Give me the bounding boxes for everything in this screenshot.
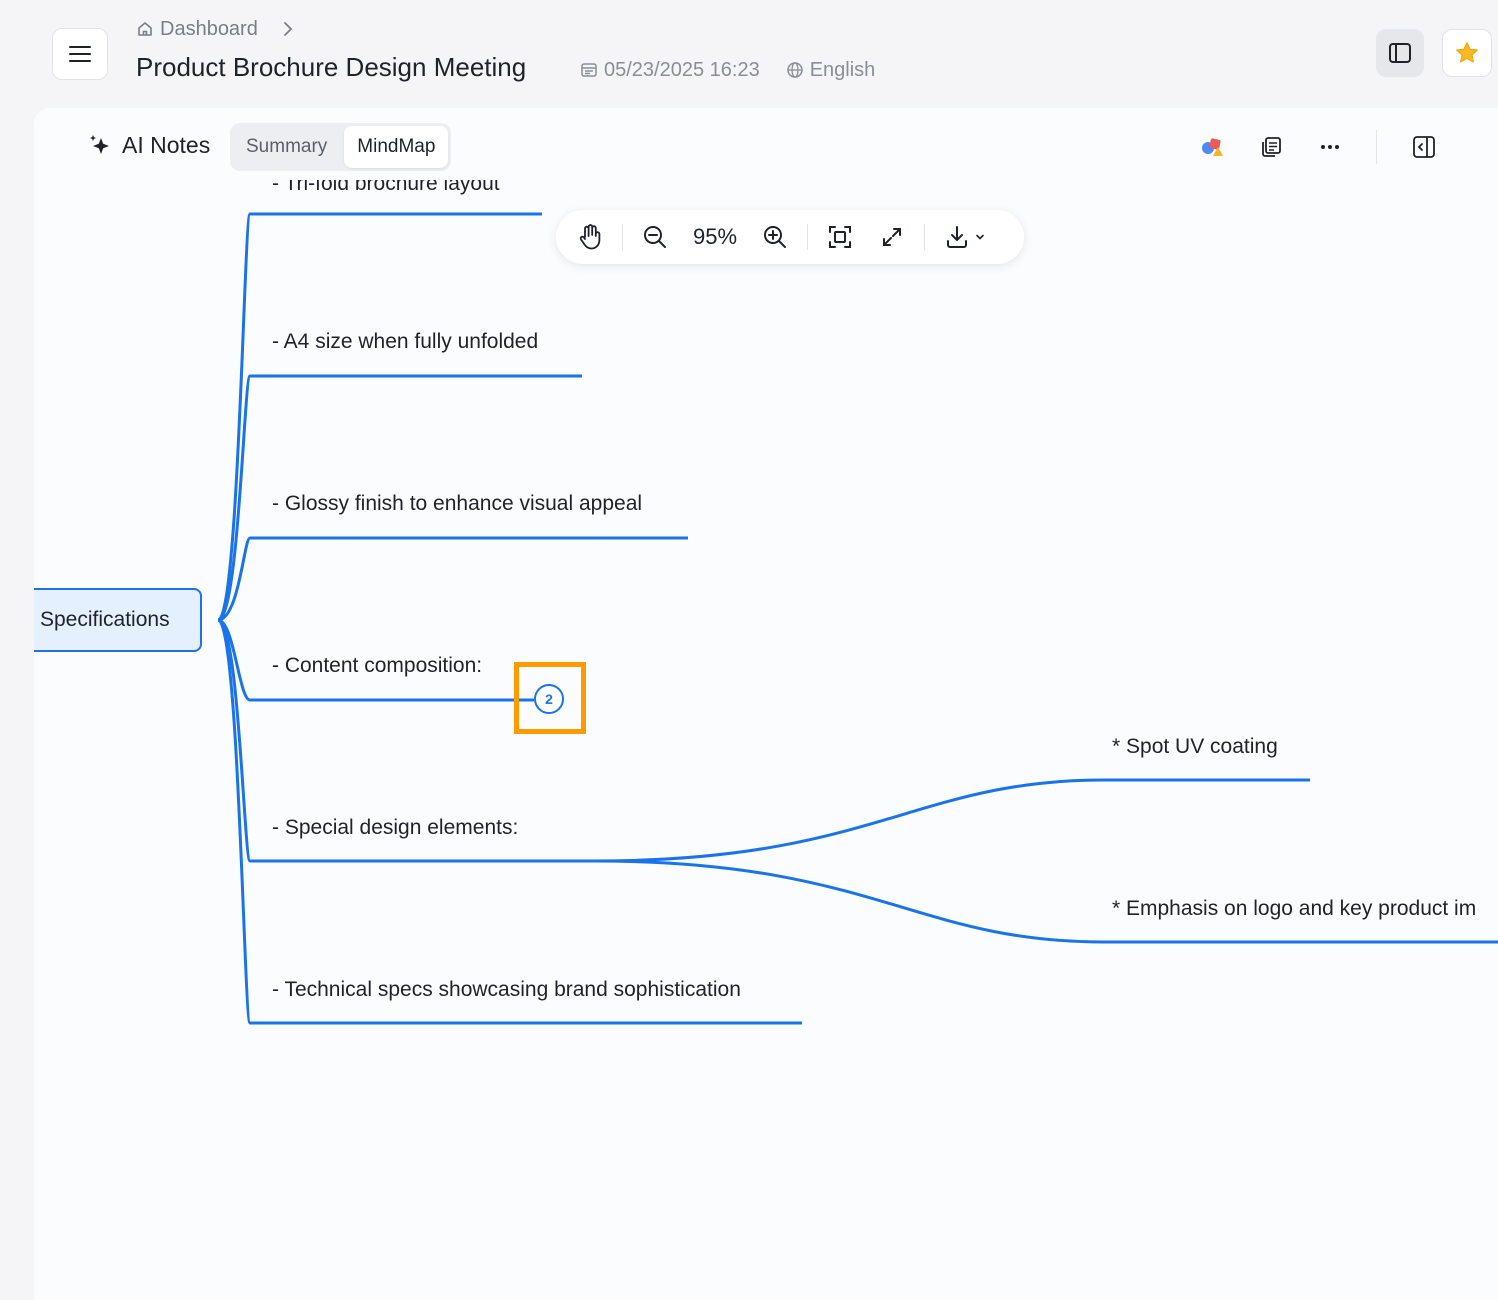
connector-3 <box>217 536 688 622</box>
view-tabs: Summary MindMap <box>230 123 452 171</box>
mindmap-toolbar: 95% <box>556 210 1024 264</box>
hand-pan-icon <box>579 224 601 250</box>
meeting-meta: 05/23/2025 16:23 English <box>580 56 875 84</box>
mindmap-node[interactable]: - Glossy finish to enhance visual appeal <box>272 492 642 516</box>
mindmap-subnode[interactable]: * Emphasis on logo and key product im <box>1112 897 1476 921</box>
zoom-level: 95% <box>692 224 738 249</box>
more-horizontal-icon <box>1321 145 1339 149</box>
pan-tool-button[interactable] <box>568 215 612 259</box>
zoom-out-icon <box>644 226 666 248</box>
mindmap-node[interactable]: - Content composition: <box>272 654 482 678</box>
more-options-button[interactable] <box>1313 130 1347 164</box>
home-icon <box>138 22 152 36</box>
ai-notes-panel: AI Notes Summary MindMap - Tri-fold broc… <box>34 108 1498 1300</box>
hamburger-icon <box>69 46 91 62</box>
mindmap-node[interactable]: - Tri-fold brochure layout <box>272 180 500 196</box>
favorite-button[interactable] <box>1442 29 1492 77</box>
chevron-right-icon <box>283 22 293 36</box>
mindmap-node[interactable]: - A4 size when fully unfolded <box>272 330 538 354</box>
copy-notes-button[interactable] <box>1254 130 1288 164</box>
fullscreen-icon <box>883 228 901 246</box>
header-divider <box>1376 130 1377 164</box>
download-icon <box>947 226 967 248</box>
collapse-panel-icon <box>1413 136 1435 158</box>
panel-layout-icon <box>1389 43 1411 63</box>
ai-notes-title: AI Notes <box>122 132 211 158</box>
connector-sub-1 <box>593 778 1310 863</box>
calendar-icon <box>581 63 597 77</box>
globe-icon <box>786 62 803 78</box>
ai-notes-heading: AI Notes <box>88 132 210 159</box>
zoom-in-icon <box>764 226 786 248</box>
tab-summary[interactable]: Summary <box>233 126 340 168</box>
highlight-box <box>514 662 586 734</box>
root-node-label: Specifications <box>40 608 170 631</box>
breadcrumb-dashboard-link[interactable]: Dashboard <box>160 18 258 41</box>
mindmap-root-node[interactable]: Specifications <box>34 588 202 652</box>
meeting-datetime: 05/23/2025 16:23 <box>604 58 760 81</box>
fit-screen-icon <box>829 226 851 248</box>
fit-screen-button[interactable] <box>818 215 862 259</box>
zoom-out-button[interactable] <box>633 215 677 259</box>
tab-mindmap[interactable]: MindMap <box>344 126 449 168</box>
shapes-logo-icon <box>1202 138 1223 156</box>
star-icon <box>1456 42 1478 63</box>
layout-toggle-button[interactable] <box>1376 29 1424 77</box>
sidebar-menu-button[interactable] <box>52 28 108 80</box>
download-button[interactable] <box>935 215 995 259</box>
zoom-in-button[interactable] <box>753 215 797 259</box>
page-title: Product Brochure Design Meeting <box>136 52 527 82</box>
connector-1 <box>216 212 542 622</box>
chevron-down-icon <box>976 234 984 240</box>
sparkle-icon <box>90 134 109 154</box>
mindmap-subnode[interactable]: * Spot UV coating <box>1112 735 1278 759</box>
collapse-panel-button[interactable] <box>1407 130 1441 164</box>
ai-assistant-button[interactable] <box>1196 130 1230 164</box>
meeting-language[interactable]: English <box>810 59 876 82</box>
mindmap-canvas[interactable]: - Tri-fold brochure layout - A4 size whe… <box>34 180 1498 1300</box>
fullscreen-button[interactable] <box>870 215 914 259</box>
mindmap-connectors <box>216 212 1498 1025</box>
copy-icon <box>1262 137 1281 157</box>
mindmap-node[interactable]: - Technical specs showcasing brand sophi… <box>272 978 741 1002</box>
mindmap-node[interactable]: - Special design elements: <box>272 816 518 840</box>
breadcrumb: Dashboard <box>136 16 294 42</box>
